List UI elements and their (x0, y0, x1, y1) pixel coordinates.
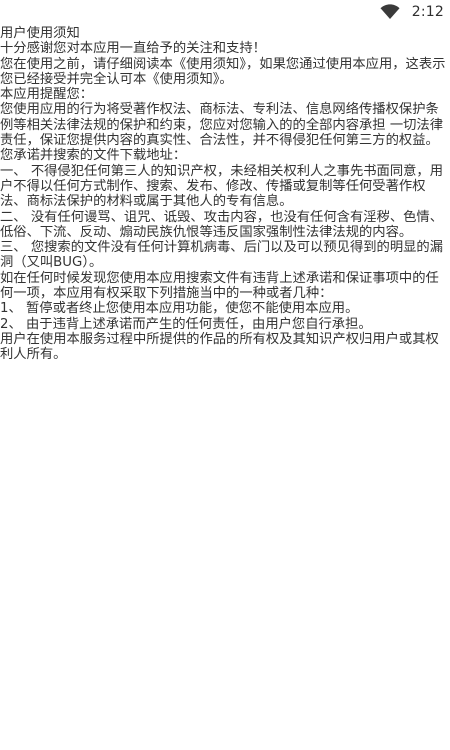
notice-paragraph-commitment: 您承诺并搜索的文件下载地址： (0, 148, 187, 164)
status-bar: 2:12 (0, 0, 450, 24)
notice-title: 用户使用须知 (0, 26, 80, 41)
notice-paragraph-thanks: 十分感谢您对本应用一直给予的关注和支持！ (0, 41, 266, 57)
notice-paragraph-reminder: 本应用提醒您： (0, 87, 94, 103)
notice-measure-1: 1、 暂停或者终止您使用本应用功能，使您不能使用本应用。 (0, 301, 359, 317)
notice-paragraph-legal-responsibility: 您使用应用的行为将受著作权法、商标法、专利法、信息网络传播权保护条例等相关法律法… (0, 102, 444, 149)
notice-item-1: 一、 不得侵犯任何第三人的知识产权，未经相关权利人之事先书面同意，用户不得以任何… (0, 163, 444, 210)
notice-content[interactable]: 用户使用须知 十分感谢您对本应用一直给予的关注和支持！ 您在使用之前，请仔细阅读… (0, 26, 450, 363)
notice-paragraph-violation: 如在任何时候发现您使用本应用搜索文件有违背上述承诺和保证事项中的任何一项，本应用… (0, 270, 439, 302)
notice-paragraph-ownership: 用户在使用本服务过程中所提供的作品的所有权及其知识产权归用户或其权利人所有。 (0, 331, 439, 363)
notice-item-3: 三、 您搜索的文件没有任何计算机病毒、后门以及可以预见得到的明显的漏洞（又叫BU… (0, 240, 444, 271)
notice-measure-2: 2、 由于违背上述承诺而产生的任何责任，由用户您自行承担。 (0, 316, 372, 332)
notice-item-2: 二、 没有任何谩骂、诅咒、诋毁、攻击内容，也没有任何含有淫秽、色情、低俗、下流、… (0, 209, 444, 240)
status-time: 2:12 (411, 4, 444, 20)
status-icons: 2:12 (380, 2, 444, 22)
wifi-icon (380, 4, 400, 20)
notice-paragraph-read-before-use: 您在使用之前，请仔细阅读本《使用须知》，如果您通过使用本应用，这表示您已经接受并… (0, 56, 446, 87)
